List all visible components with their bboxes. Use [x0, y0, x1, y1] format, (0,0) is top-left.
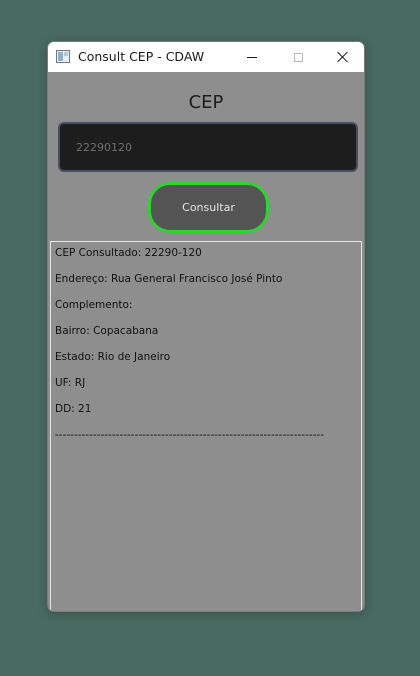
minimize-icon — [247, 56, 257, 58]
result-separator: ----------------------------------------… — [55, 429, 325, 441]
app-window: Consult CEP - CDAW CEP Consultar CEP Con… — [47, 41, 365, 612]
result-line-dd: DD: 21 — [55, 403, 92, 415]
cep-heading: CEP — [188, 92, 224, 113]
result-line-neighborhood: Bairro: Copacabana — [55, 325, 159, 337]
close-button[interactable] — [320, 42, 364, 72]
maximize-button[interactable] — [275, 42, 321, 72]
result-line-cep: CEP Consultado: 22290-120 — [55, 247, 202, 259]
minimize-button[interactable] — [229, 42, 275, 72]
maximize-icon — [293, 52, 303, 62]
result-line-state: Estado: Rio de Janeiro — [55, 351, 171, 363]
app-icon — [56, 50, 70, 63]
result-line-complement: Complemento: — [55, 299, 133, 311]
result-line-address: Endereço: Rua General Francisco José Pin… — [55, 273, 283, 285]
result-line-uf: UF: RJ — [55, 377, 86, 389]
title-bar[interactable]: Consult CEP - CDAW — [48, 42, 364, 72]
consult-button[interactable]: Consultar — [148, 182, 269, 233]
window-title: Consult CEP - CDAW — [78, 49, 205, 64]
cep-input[interactable] — [58, 122, 358, 172]
result-text-area[interactable]: CEP Consultado: 22290-120 Endereço: Rua … — [50, 241, 362, 611]
close-icon — [337, 51, 349, 63]
